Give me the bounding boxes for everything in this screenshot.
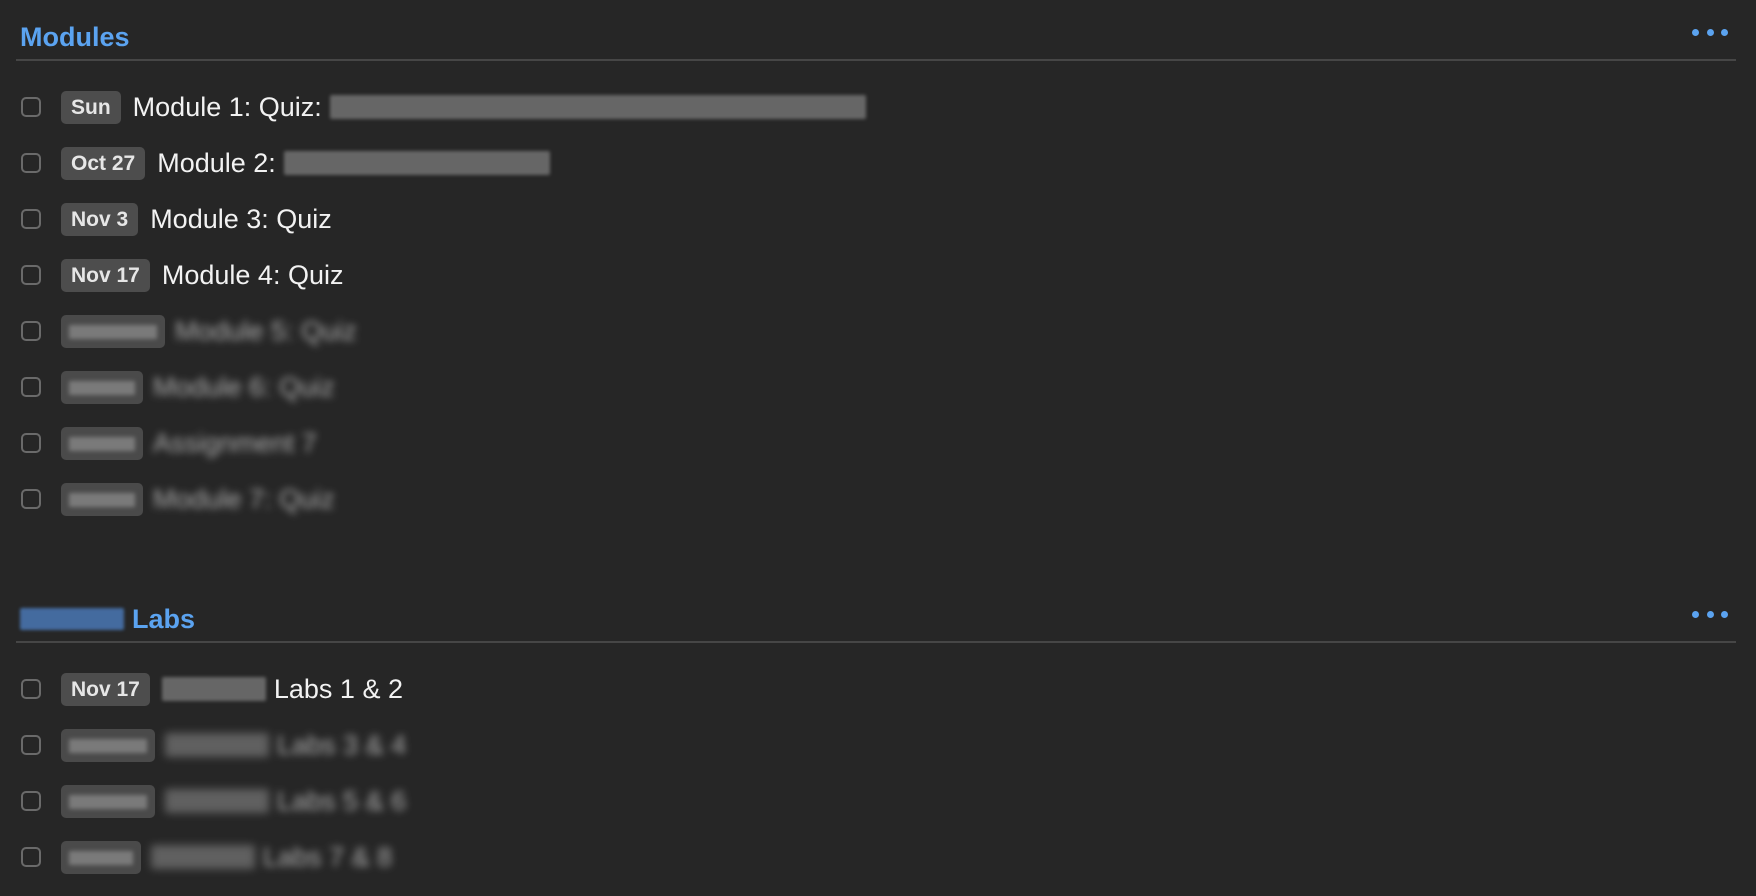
task-title[interactable]: Assignment 7: [153, 427, 317, 459]
task-title-text: Labs 3 & 4: [277, 730, 407, 760]
more-dot: [1706, 610, 1714, 618]
date-badge: Nov 17: [61, 672, 150, 706]
task-title[interactable]: Module 7: Quiz: [153, 483, 335, 515]
task-row[interactable]: Sun Module 1: Quiz:: [16, 79, 1736, 135]
date-badge-redacted: [61, 840, 141, 874]
task-checkbox[interactable]: [21, 377, 41, 397]
section-title-text: Modules: [20, 21, 130, 52]
task-title[interactable]: Module 2:: [157, 147, 550, 179]
task-checkbox[interactable]: [21, 209, 41, 229]
section-header: Labs: [16, 590, 1736, 643]
more-options-button[interactable]: [1692, 22, 1728, 42]
more-horizontal-icon: [1692, 610, 1699, 618]
task-title[interactable]: Labs 1 & 2: [161, 673, 403, 705]
section-labs: Labs Nov 17 Labs 1 & 2 Labs 3 & 4 Labs 5…: [16, 590, 1736, 885]
date-badge-redacted: [61, 426, 143, 460]
section-title-text: Labs: [132, 603, 196, 634]
date-badge-redacted: [61, 784, 155, 818]
more-dot: [1721, 610, 1728, 618]
task-title[interactable]: Module 5: Quiz: [175, 315, 357, 347]
redacted-text: [151, 845, 255, 869]
task-row[interactable]: Nov 17 Labs 1 & 2: [16, 661, 1736, 717]
task-title[interactable]: Module 1: Quiz:: [133, 91, 866, 123]
more-options-button[interactable]: [1692, 604, 1728, 624]
task-row[interactable]: Assignment 7: [16, 415, 1736, 471]
more-horizontal-icon: [1692, 28, 1699, 36]
task-title[interactable]: Labs 3 & 4: [165, 729, 406, 761]
task-title[interactable]: Labs 5 & 6: [165, 785, 406, 817]
task-row[interactable]: Nov 3 Module 3: Quiz: [16, 191, 1736, 247]
section-header: Modules: [16, 8, 1736, 61]
task-checkbox[interactable]: [21, 433, 41, 453]
task-checkbox[interactable]: [21, 847, 41, 867]
task-checkbox[interactable]: [21, 735, 41, 755]
task-title-text: Module 1: Quiz:: [132, 92, 322, 122]
task-row[interactable]: Labs 7 & 8: [16, 829, 1736, 885]
task-title[interactable]: Module 3: Quiz: [150, 203, 332, 235]
task-title-text: Labs 1 & 2: [273, 674, 403, 704]
redacted-text: [165, 733, 269, 757]
task-title-text: Labs 5 & 6: [277, 786, 407, 816]
redacted-text: [161, 677, 266, 701]
section-title[interactable]: Labs: [20, 594, 195, 644]
task-checkbox[interactable]: [21, 153, 41, 173]
date-badge: Nov 17: [61, 258, 150, 292]
redacted-course-code: [20, 608, 124, 630]
task-checkbox[interactable]: [21, 489, 41, 509]
task-title[interactable]: Labs 7 & 8: [151, 841, 392, 873]
task-checkbox[interactable]: [21, 265, 41, 285]
redacted-text: [283, 151, 550, 175]
task-checkbox[interactable]: [21, 97, 41, 117]
task-row[interactable]: Module 5: Quiz: [16, 303, 1736, 359]
task-title[interactable]: Module 6: Quiz: [153, 371, 335, 403]
section-title[interactable]: Modules: [20, 12, 130, 62]
section-modules: Modules Sun Module 1: Quiz: Oct 27 Modul…: [16, 8, 1736, 527]
task-checkbox[interactable]: [21, 791, 41, 811]
task-title-text: Module 2:: [157, 148, 276, 178]
date-badge: Sun: [61, 90, 121, 124]
date-badge-redacted: [61, 314, 165, 348]
task-row[interactable]: Module 7: Quiz: [16, 471, 1736, 527]
date-badge-redacted: [61, 728, 155, 762]
task-row[interactable]: Nov 17 Module 4: Quiz: [16, 247, 1736, 303]
date-badge: Nov 3: [61, 202, 139, 236]
task-row[interactable]: Oct 27 Module 2:: [16, 135, 1736, 191]
task-title[interactable]: Module 4: Quiz: [162, 259, 344, 291]
date-badge: Oct 27: [61, 146, 146, 180]
date-badge-redacted: [61, 370, 143, 404]
task-list-page: Modules Sun Module 1: Quiz: Oct 27 Modul…: [0, 0, 1756, 896]
task-row[interactable]: Labs 5 & 6: [16, 773, 1736, 829]
task-title-text: Labs 7 & 8: [263, 842, 393, 872]
task-row[interactable]: Labs 3 & 4: [16, 717, 1736, 773]
date-badge-redacted: [61, 482, 143, 516]
task-row[interactable]: Module 6: Quiz: [16, 359, 1736, 415]
redacted-text: [329, 95, 866, 119]
task-checkbox[interactable]: [21, 321, 41, 341]
more-dot: [1721, 28, 1728, 36]
more-dot: [1706, 28, 1714, 36]
task-checkbox[interactable]: [21, 679, 41, 699]
redacted-text: [165, 789, 269, 813]
